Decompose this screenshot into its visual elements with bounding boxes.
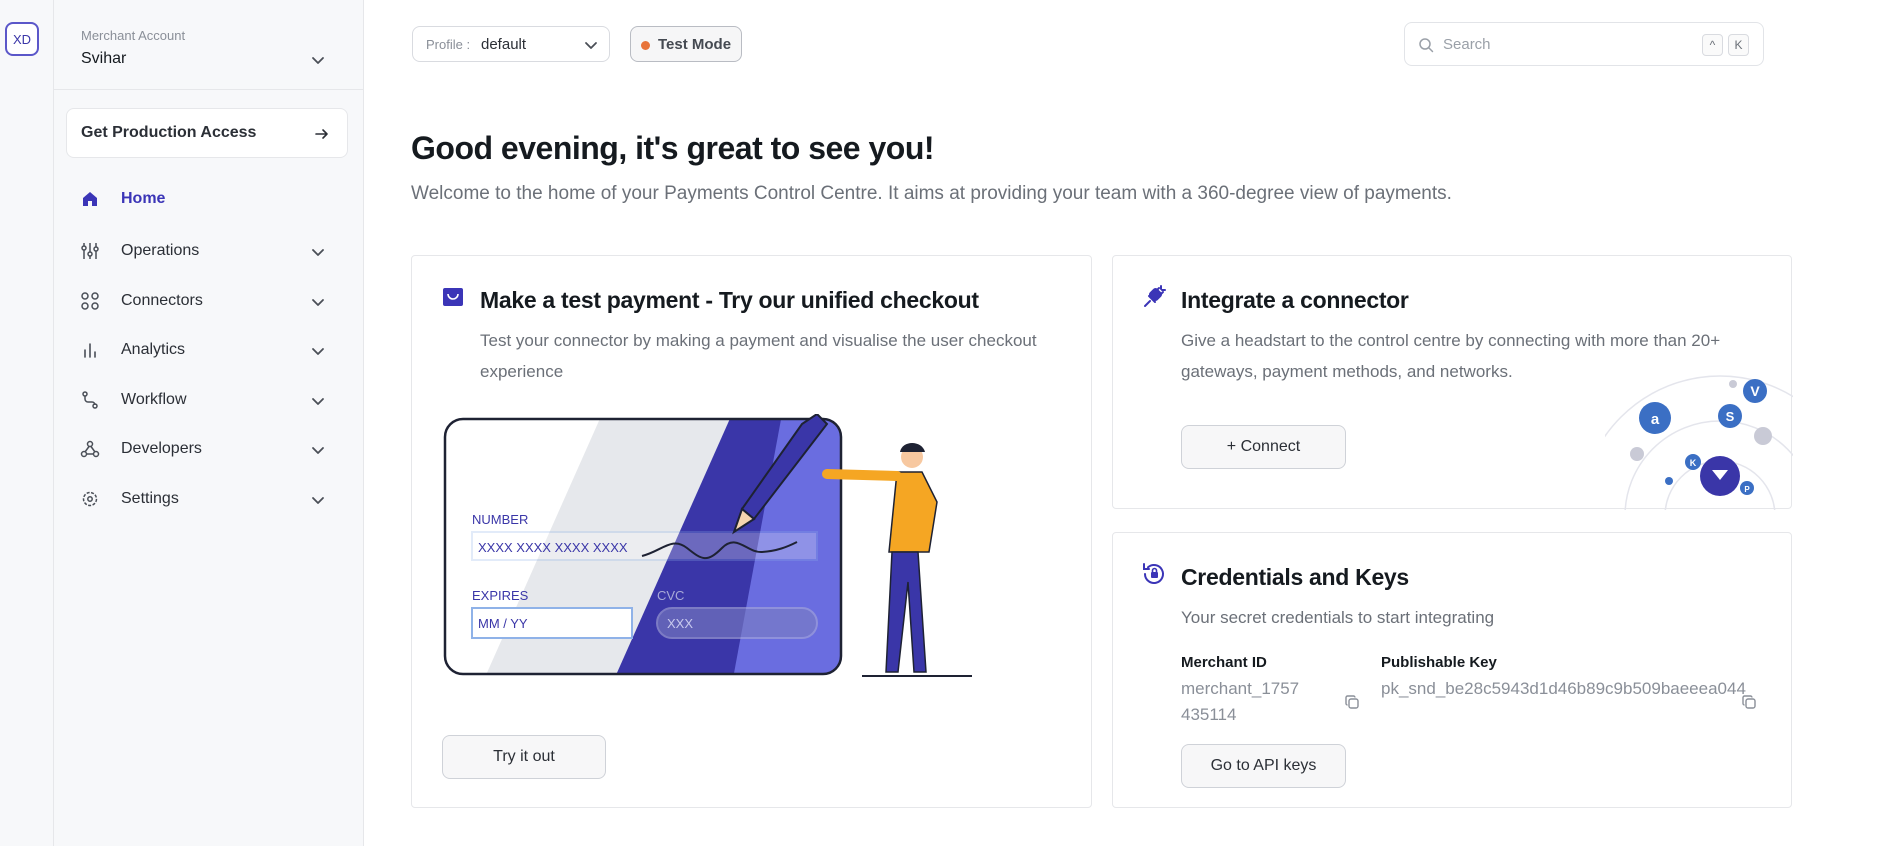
- sidebar-item-label: Home: [121, 190, 166, 207]
- profile-label: Profile :: [426, 37, 471, 52]
- sidebar-item-connectors[interactable]: Connectors: [54, 279, 364, 323]
- key-refresh-icon: [1143, 563, 1164, 584]
- connector-badge: a: [1651, 411, 1660, 428]
- operations-icon: [81, 243, 99, 259]
- app-rail: XD: [0, 0, 54, 846]
- test-payment-title: Make a test payment - Try our unified ch…: [480, 287, 979, 313]
- test-mode-toggle[interactable]: Test Mode: [630, 26, 742, 62]
- integrate-connector-card: Integrate a connector Give a headstart t…: [1112, 255, 1793, 510]
- sidebar-item-label: Workflow: [121, 391, 187, 408]
- test-payment-card: Make a test payment - Try our unified ch…: [411, 255, 1092, 808]
- connector-badge: V: [1750, 383, 1760, 399]
- connectors-icon: [81, 292, 99, 310]
- chevron-down-icon: [312, 348, 324, 355]
- sidebar-item-label: Developers: [121, 440, 202, 457]
- profile-value: default: [481, 36, 527, 53]
- search-icon: [1419, 38, 1434, 53]
- connector-title: Integrate a connector: [1181, 287, 1409, 313]
- sidebar-item-label: Analytics: [121, 341, 186, 358]
- copy-publishable-key-icon[interactable]: [1741, 694, 1757, 710]
- org-avatar[interactable]: XD: [5, 22, 39, 56]
- chevron-down-icon: [312, 447, 324, 454]
- shortcut-key-k: K: [1728, 34, 1749, 56]
- connectors-orbit-illustration: V S a K P: [1605, 375, 1793, 510]
- page-title: Good evening, it's great to see you!: [411, 130, 935, 166]
- sidebar-item-analytics[interactable]: Analytics: [54, 328, 364, 372]
- chevron-down-icon: [312, 299, 324, 306]
- publishable-key-label: Publishable Key: [1381, 654, 1497, 671]
- search-input[interactable]: Search ^ K: [1404, 22, 1764, 66]
- developers-icon: [80, 440, 100, 458]
- sidebar-item-label: Operations: [121, 242, 200, 259]
- workflow-icon: [82, 391, 98, 409]
- merchant-account-name: Svihar: [81, 50, 127, 67]
- credentials-description: Your secret credentials to start integra…: [1181, 608, 1495, 627]
- sidebar: Merchant Account Svihar Get Production A…: [54, 0, 364, 846]
- card-number-value: XXXX XXXX XXXX XXXX: [478, 540, 628, 555]
- analytics-icon: [84, 343, 96, 358]
- connector-badge: P: [1744, 485, 1750, 494]
- test-payment-description: Test your connector by making a payment …: [480, 331, 1037, 381]
- chevron-down-icon: [585, 42, 597, 49]
- test-mode-status-dot: [641, 41, 650, 50]
- connect-button[interactable]: + Connect: [1181, 425, 1346, 469]
- publishable-key-value: pk_snd_be28c5943d1d46b89c9b509baeeea044: [1381, 679, 1746, 698]
- connector-badge: K: [1690, 458, 1697, 468]
- card-number-label: NUMBER: [472, 512, 528, 527]
- get-production-access-button[interactable]: Get Production Access: [66, 108, 348, 158]
- arrow-right-icon: [315, 129, 328, 139]
- shortcut-key-ctrl: ^: [1702, 34, 1723, 56]
- plug-icon: [1144, 285, 1166, 307]
- cvc-label: CVC: [657, 588, 684, 603]
- checkout-card-illustration: NUMBER XXXX XXXX XXXX XXXX EXPIRES MM / …: [443, 414, 972, 677]
- copy-merchant-id-icon[interactable]: [1344, 694, 1360, 710]
- search-placeholder: Search: [1443, 36, 1491, 53]
- credentials-title: Credentials and Keys: [1181, 564, 1409, 590]
- connector-badge: S: [1726, 409, 1735, 424]
- merchant-id-label: Merchant ID: [1181, 654, 1267, 671]
- sidebar-item-settings[interactable]: Settings: [54, 477, 364, 521]
- go-to-api-keys-button[interactable]: Go to API keys: [1181, 744, 1346, 788]
- test-mode-label: Test Mode: [658, 36, 732, 53]
- profile-select[interactable]: Profile : default: [412, 26, 610, 62]
- home-icon: [83, 192, 97, 206]
- chevron-down-icon: [312, 57, 324, 64]
- merchant-account-label: Merchant Account: [81, 28, 186, 43]
- settings-icon: [82, 491, 98, 507]
- sidebar-item-label: Settings: [121, 490, 179, 507]
- sidebar-item-workflow[interactable]: Workflow: [54, 378, 364, 422]
- expires-value: MM / YY: [478, 616, 528, 631]
- sidebar-item-developers[interactable]: Developers: [54, 427, 364, 471]
- merchant-account-switcher[interactable]: Merchant Account Svihar: [54, 0, 364, 90]
- chevron-down-icon: [312, 249, 324, 256]
- chevron-down-icon: [312, 497, 324, 504]
- main-content: Profile : default Test Mode Search ^ K G…: [364, 0, 1881, 846]
- checkout-bag-icon: [443, 288, 463, 306]
- merchant-id-value: merchant_1757435114: [1181, 679, 1300, 724]
- try-it-out-button[interactable]: Try it out: [442, 735, 606, 779]
- credentials-card: Credentials and Keys Your secret credent…: [1112, 532, 1792, 808]
- page-subtitle: Welcome to the home of your Payments Con…: [411, 183, 1452, 204]
- sidebar-item-operations[interactable]: Operations: [54, 229, 364, 273]
- sidebar-item-home[interactable]: Home: [54, 177, 364, 221]
- chevron-down-icon: [312, 398, 324, 405]
- sidebar-item-label: Connectors: [121, 292, 203, 309]
- expires-label: EXPIRES: [472, 588, 529, 603]
- get-production-access-label: Get Production Access: [81, 124, 257, 141]
- cvc-value: XXX: [667, 616, 693, 631]
